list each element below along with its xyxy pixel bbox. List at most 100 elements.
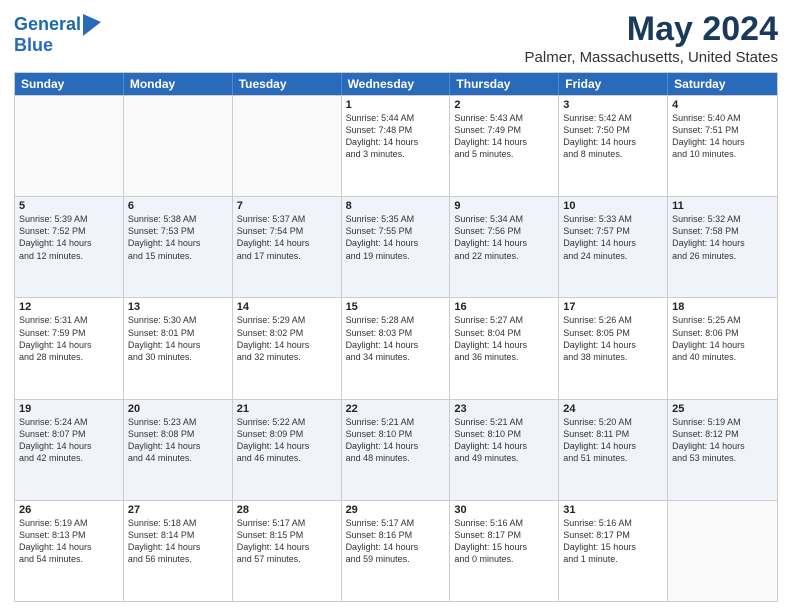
calendar-cell: 12Sunrise: 5:31 AM Sunset: 7:59 PM Dayli… [15,298,124,398]
calendar-cell [15,96,124,196]
calendar-header: SundayMondayTuesdayWednesdayThursdayFrid… [15,73,777,95]
header: General Blue May 2024 Palmer, Massachuse… [14,10,778,66]
calendar-cell: 15Sunrise: 5:28 AM Sunset: 8:03 PM Dayli… [342,298,451,398]
calendar-cell: 1Sunrise: 5:44 AM Sunset: 7:48 PM Daylig… [342,96,451,196]
page: General Blue May 2024 Palmer, Massachuse… [0,0,792,612]
calendar-cell: 5Sunrise: 5:39 AM Sunset: 7:52 PM Daylig… [15,197,124,297]
day-number: 13 [128,301,228,313]
day-number: 26 [19,504,119,516]
calendar-cell: 23Sunrise: 5:21 AM Sunset: 8:10 PM Dayli… [450,400,559,500]
calendar-cell: 14Sunrise: 5:29 AM Sunset: 8:02 PM Dayli… [233,298,342,398]
day-number: 16 [454,301,554,313]
day-number: 3 [563,99,663,111]
day-number: 10 [563,200,663,212]
day-number: 24 [563,403,663,415]
logo-text-line2: Blue [14,36,101,56]
day-number: 21 [237,403,337,415]
calendar-cell: 27Sunrise: 5:18 AM Sunset: 8:14 PM Dayli… [124,501,233,601]
day-info: Sunrise: 5:29 AM Sunset: 8:02 PM Dayligh… [237,314,337,363]
title-block: May 2024 Palmer, Massachusetts, United S… [525,10,778,66]
day-number: 31 [563,504,663,516]
day-number: 5 [19,200,119,212]
calendar-cell [124,96,233,196]
day-number: 27 [128,504,228,516]
day-info: Sunrise: 5:20 AM Sunset: 8:11 PM Dayligh… [563,416,663,465]
calendar-cell: 9Sunrise: 5:34 AM Sunset: 7:56 PM Daylig… [450,197,559,297]
day-number: 6 [128,200,228,212]
day-info: Sunrise: 5:44 AM Sunset: 7:48 PM Dayligh… [346,112,446,161]
day-number: 9 [454,200,554,212]
calendar-cell: 24Sunrise: 5:20 AM Sunset: 8:11 PM Dayli… [559,400,668,500]
day-info: Sunrise: 5:37 AM Sunset: 7:54 PM Dayligh… [237,213,337,262]
calendar-row: 19Sunrise: 5:24 AM Sunset: 8:07 PM Dayli… [15,399,777,500]
logo: General Blue [14,14,101,56]
day-number: 8 [346,200,446,212]
day-info: Sunrise: 5:32 AM Sunset: 7:58 PM Dayligh… [672,213,773,262]
day-info: Sunrise: 5:30 AM Sunset: 8:01 PM Dayligh… [128,314,228,363]
day-info: Sunrise: 5:21 AM Sunset: 8:10 PM Dayligh… [346,416,446,465]
weekday-header: Wednesday [342,73,451,95]
day-number: 17 [563,301,663,313]
calendar-cell: 10Sunrise: 5:33 AM Sunset: 7:57 PM Dayli… [559,197,668,297]
day-info: Sunrise: 5:19 AM Sunset: 8:13 PM Dayligh… [19,517,119,566]
calendar-cell: 16Sunrise: 5:27 AM Sunset: 8:04 PM Dayli… [450,298,559,398]
day-info: Sunrise: 5:19 AM Sunset: 8:12 PM Dayligh… [672,416,773,465]
day-info: Sunrise: 5:39 AM Sunset: 7:52 PM Dayligh… [19,213,119,262]
calendar-cell: 22Sunrise: 5:21 AM Sunset: 8:10 PM Dayli… [342,400,451,500]
day-number: 22 [346,403,446,415]
day-number: 2 [454,99,554,111]
day-number: 29 [346,504,446,516]
day-number: 15 [346,301,446,313]
calendar-row: 1Sunrise: 5:44 AM Sunset: 7:48 PM Daylig… [15,95,777,196]
day-info: Sunrise: 5:16 AM Sunset: 8:17 PM Dayligh… [563,517,663,566]
day-number: 20 [128,403,228,415]
day-info: Sunrise: 5:23 AM Sunset: 8:08 PM Dayligh… [128,416,228,465]
calendar-cell: 11Sunrise: 5:32 AM Sunset: 7:58 PM Dayli… [668,197,777,297]
main-title: May 2024 [525,10,778,49]
calendar-cell: 29Sunrise: 5:17 AM Sunset: 8:16 PM Dayli… [342,501,451,601]
calendar-row: 12Sunrise: 5:31 AM Sunset: 7:59 PM Dayli… [15,297,777,398]
calendar-cell: 20Sunrise: 5:23 AM Sunset: 8:08 PM Dayli… [124,400,233,500]
day-info: Sunrise: 5:34 AM Sunset: 7:56 PM Dayligh… [454,213,554,262]
calendar-cell: 21Sunrise: 5:22 AM Sunset: 8:09 PM Dayli… [233,400,342,500]
weekday-header: Sunday [15,73,124,95]
calendar-row: 5Sunrise: 5:39 AM Sunset: 7:52 PM Daylig… [15,196,777,297]
weekday-header: Thursday [450,73,559,95]
calendar-cell: 17Sunrise: 5:26 AM Sunset: 8:05 PM Dayli… [559,298,668,398]
calendar-cell: 19Sunrise: 5:24 AM Sunset: 8:07 PM Dayli… [15,400,124,500]
day-number: 1 [346,99,446,111]
calendar-cell: 18Sunrise: 5:25 AM Sunset: 8:06 PM Dayli… [668,298,777,398]
calendar-body: 1Sunrise: 5:44 AM Sunset: 7:48 PM Daylig… [15,95,777,601]
calendar-cell: 26Sunrise: 5:19 AM Sunset: 8:13 PM Dayli… [15,501,124,601]
day-number: 11 [672,200,773,212]
weekday-header: Friday [559,73,668,95]
day-info: Sunrise: 5:38 AM Sunset: 7:53 PM Dayligh… [128,213,228,262]
day-info: Sunrise: 5:18 AM Sunset: 8:14 PM Dayligh… [128,517,228,566]
day-number: 30 [454,504,554,516]
day-info: Sunrise: 5:33 AM Sunset: 7:57 PM Dayligh… [563,213,663,262]
calendar: SundayMondayTuesdayWednesdayThursdayFrid… [14,72,778,602]
weekday-header: Saturday [668,73,777,95]
day-number: 23 [454,403,554,415]
day-number: 19 [19,403,119,415]
calendar-cell: 4Sunrise: 5:40 AM Sunset: 7:51 PM Daylig… [668,96,777,196]
day-number: 25 [672,403,773,415]
calendar-cell: 6Sunrise: 5:38 AM Sunset: 7:53 PM Daylig… [124,197,233,297]
calendar-cell: 2Sunrise: 5:43 AM Sunset: 7:49 PM Daylig… [450,96,559,196]
logo-text-line1: General [14,15,81,35]
day-info: Sunrise: 5:17 AM Sunset: 8:16 PM Dayligh… [346,517,446,566]
day-info: Sunrise: 5:27 AM Sunset: 8:04 PM Dayligh… [454,314,554,363]
day-info: Sunrise: 5:24 AM Sunset: 8:07 PM Dayligh… [19,416,119,465]
day-info: Sunrise: 5:25 AM Sunset: 8:06 PM Dayligh… [672,314,773,363]
day-number: 14 [237,301,337,313]
calendar-cell: 28Sunrise: 5:17 AM Sunset: 8:15 PM Dayli… [233,501,342,601]
calendar-cell [233,96,342,196]
day-number: 12 [19,301,119,313]
calendar-row: 26Sunrise: 5:19 AM Sunset: 8:13 PM Dayli… [15,500,777,601]
day-info: Sunrise: 5:43 AM Sunset: 7:49 PM Dayligh… [454,112,554,161]
calendar-cell: 3Sunrise: 5:42 AM Sunset: 7:50 PM Daylig… [559,96,668,196]
weekday-header: Monday [124,73,233,95]
day-info: Sunrise: 5:22 AM Sunset: 8:09 PM Dayligh… [237,416,337,465]
weekday-header: Tuesday [233,73,342,95]
logo-icon [83,14,101,36]
